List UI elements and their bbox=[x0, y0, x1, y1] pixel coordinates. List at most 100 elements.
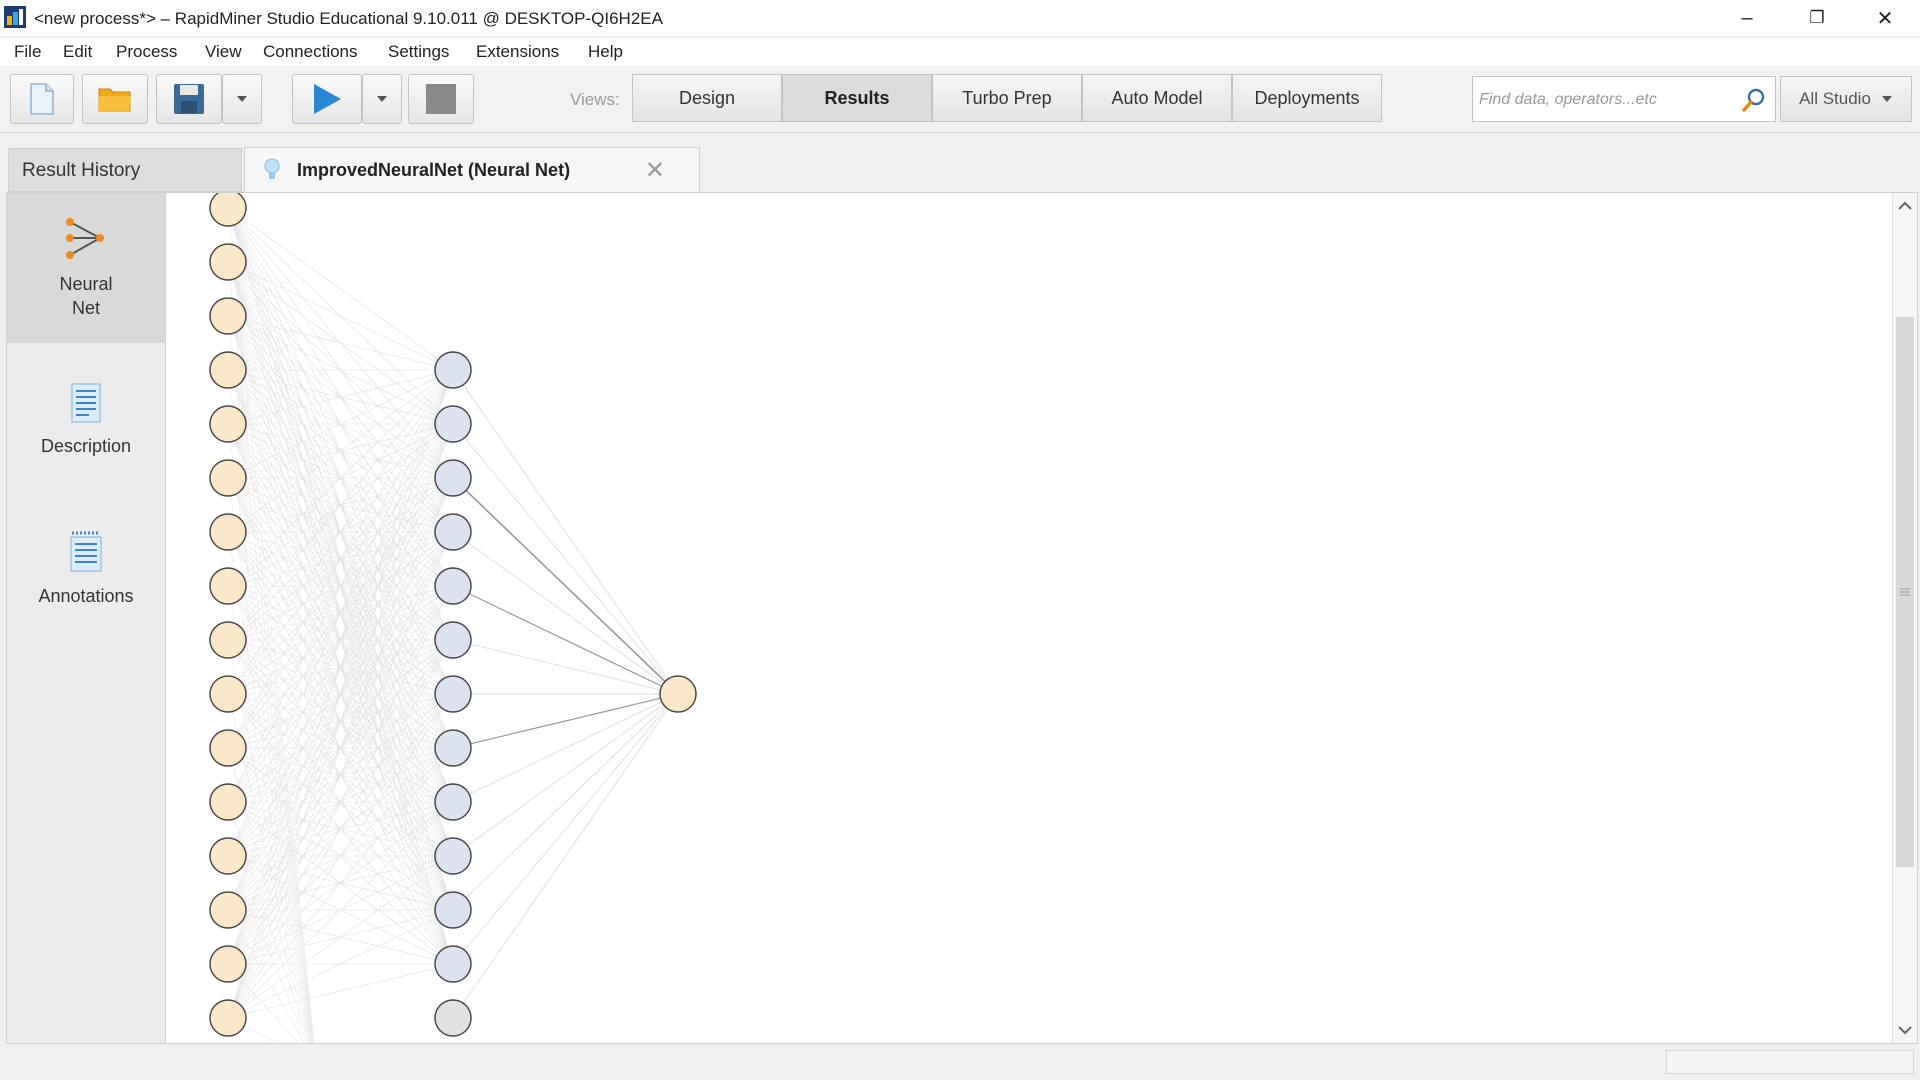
menu-process[interactable]: Process bbox=[116, 42, 177, 62]
view-deployments[interactable]: Deployments bbox=[1232, 74, 1382, 122]
input-node[interactable] bbox=[209, 405, 247, 443]
sidebar-item-annotations[interactable]: Annotations bbox=[7, 531, 165, 631]
run-options-dropdown[interactable] bbox=[362, 74, 402, 124]
status-field bbox=[1666, 1050, 1914, 1074]
run-process-button[interactable] bbox=[292, 74, 362, 124]
menu-settings[interactable]: Settings bbox=[388, 42, 449, 62]
hidden-output-connection bbox=[452, 693, 679, 1019]
scroll-down-icon[interactable] bbox=[1893, 1019, 1917, 1041]
input-node[interactable] bbox=[209, 243, 247, 281]
hidden-node[interactable] bbox=[434, 513, 472, 551]
views-label: Views: bbox=[570, 90, 620, 109]
chevron-down-icon bbox=[377, 96, 387, 102]
hidden-output-connection bbox=[452, 369, 679, 695]
menu-view[interactable]: View bbox=[205, 42, 242, 62]
description-icon bbox=[71, 383, 101, 423]
play-icon bbox=[314, 84, 341, 114]
input-hidden-connection bbox=[227, 261, 454, 371]
input-node[interactable] bbox=[209, 621, 247, 659]
minimize-button[interactable]: – bbox=[1712, 0, 1782, 36]
hidden-node[interactable] bbox=[434, 945, 472, 983]
save-process-button[interactable] bbox=[156, 74, 222, 124]
stop-process-button[interactable] bbox=[408, 74, 474, 124]
neural-net-icon bbox=[66, 218, 104, 259]
menu-connections[interactable]: Connections bbox=[263, 42, 358, 62]
bias-node[interactable] bbox=[434, 999, 472, 1037]
hidden-node[interactable] bbox=[434, 351, 472, 389]
hidden-node[interactable] bbox=[434, 891, 472, 929]
sidebar-item-label: Description bbox=[40, 436, 132, 456]
hidden-node[interactable] bbox=[434, 567, 472, 605]
vertical-scrollbar[interactable] bbox=[1892, 193, 1917, 1043]
hidden-output-connection bbox=[452, 423, 679, 695]
input-node[interactable] bbox=[209, 945, 247, 983]
sidebar-item-label: Annotations bbox=[38, 586, 134, 606]
new-document-icon bbox=[30, 83, 54, 115]
input-node[interactable] bbox=[209, 783, 247, 821]
studio-filter-dropdown[interactable]: All Studio bbox=[1780, 76, 1912, 122]
hidden-output-connection bbox=[452, 639, 679, 695]
result-view-sidebar: Neural Net Description Annotations bbox=[7, 193, 166, 1043]
restore-button[interactable]: ❐ bbox=[1782, 0, 1852, 36]
tab-improved-neural-net[interactable]: ImprovedNeuralNet (Neural Net) ✕ bbox=[244, 147, 700, 193]
tab-result-history[interactable]: Result History bbox=[8, 148, 242, 192]
menu-help[interactable]: Help bbox=[588, 42, 623, 62]
input-node[interactable] bbox=[209, 513, 247, 551]
output-node[interactable] bbox=[659, 675, 697, 713]
input-node[interactable] bbox=[209, 675, 247, 713]
input-node[interactable] bbox=[209, 837, 247, 875]
hidden-node[interactable] bbox=[434, 675, 472, 713]
hidden-output-connection bbox=[452, 693, 679, 749]
input-node[interactable] bbox=[209, 297, 247, 335]
close-window-button[interactable]: ✕ bbox=[1850, 0, 1920, 36]
sidebar-item-label: Neural Net bbox=[59, 274, 113, 318]
input-node[interactable] bbox=[209, 891, 247, 929]
window-title: <new process*> – RapidMiner Studio Educa… bbox=[34, 9, 663, 28]
input-node[interactable] bbox=[209, 351, 247, 389]
input-hidden-connection bbox=[227, 963, 454, 1019]
view-turbo-prep[interactable]: Turbo Prep bbox=[932, 74, 1082, 122]
search-icon[interactable] bbox=[1741, 87, 1767, 113]
scrollbar-thumb[interactable] bbox=[1896, 317, 1914, 867]
stop-icon bbox=[426, 84, 456, 114]
save-icon bbox=[174, 84, 204, 114]
menu-edit[interactable]: Edit bbox=[63, 42, 92, 62]
hidden-node[interactable] bbox=[434, 405, 472, 443]
search-input[interactable] bbox=[1477, 87, 1741, 113]
new-process-button[interactable] bbox=[10, 74, 74, 124]
hidden-output-connection bbox=[452, 693, 679, 857]
chevron-down-icon bbox=[237, 96, 247, 102]
hidden-node[interactable] bbox=[434, 837, 472, 875]
neural-net-canvas[interactable] bbox=[166, 193, 1886, 1043]
rapidminer-logo-icon bbox=[4, 6, 26, 28]
close-tab-icon[interactable]: ✕ bbox=[645, 156, 665, 185]
input-node[interactable] bbox=[209, 567, 247, 605]
annotations-icon bbox=[70, 531, 102, 572]
menu-extensions[interactable]: Extensions bbox=[476, 42, 559, 62]
hidden-output-connection bbox=[452, 693, 679, 965]
sidebar-item-description[interactable]: Description bbox=[7, 383, 165, 483]
input-node[interactable] bbox=[209, 729, 247, 767]
hidden-node[interactable] bbox=[434, 783, 472, 821]
menu-file[interactable]: File bbox=[14, 42, 41, 62]
hidden-node[interactable] bbox=[434, 621, 472, 659]
status-bar bbox=[6, 1046, 1918, 1076]
hidden-output-connection bbox=[452, 585, 679, 695]
scroll-up-icon[interactable] bbox=[1893, 195, 1917, 217]
hidden-output-connection bbox=[452, 693, 679, 911]
save-options-dropdown[interactable] bbox=[222, 74, 262, 124]
view-design[interactable]: Design bbox=[632, 74, 782, 122]
sidebar-item-neural-net[interactable]: Neural Net bbox=[7, 193, 165, 343]
view-auto-model[interactable]: Auto Model bbox=[1082, 74, 1232, 122]
hidden-node[interactable] bbox=[434, 729, 472, 767]
hidden-node[interactable] bbox=[434, 459, 472, 497]
tab-label: ImprovedNeuralNet (Neural Net) bbox=[297, 160, 571, 180]
results-panel: Neural Net Description Annotations bbox=[6, 192, 1918, 1044]
open-process-button[interactable] bbox=[82, 74, 148, 124]
view-results[interactable]: Results bbox=[782, 74, 932, 122]
input-node[interactable] bbox=[209, 459, 247, 497]
input-node[interactable] bbox=[209, 999, 247, 1037]
title-bar: <new process*> – RapidMiner Studio Educa… bbox=[0, 0, 1920, 36]
input-node[interactable] bbox=[209, 193, 247, 227]
close-icon: ✕ bbox=[1876, 7, 1894, 30]
